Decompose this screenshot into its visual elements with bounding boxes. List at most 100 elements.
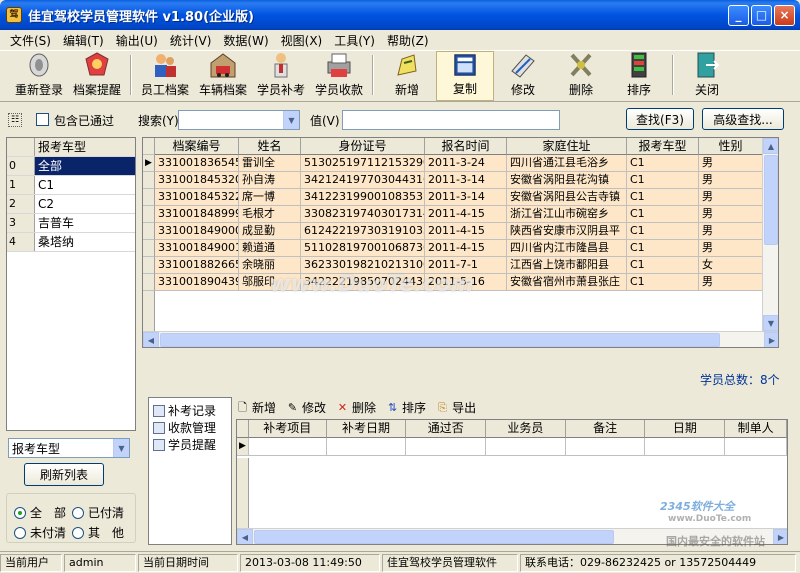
table-cell[interactable]: 浙江省江山市碗窑乡 [507,206,627,223]
table-row[interactable]: 331001845320 孙自涛 342124197703044316 2011-3-… [143,172,778,189]
table-cell[interactable]: 2011-3-14 [425,189,507,206]
table-cell[interactable]: 2011-3-14 [425,172,507,189]
table-cell[interactable]: 2011-7-1 [425,257,507,274]
table-cell[interactable]: 342124197703044316 [301,172,425,189]
table-cell[interactable]: 孙自涛 [239,172,301,189]
exit-button[interactable]: 关闭 [678,51,736,101]
table-cell[interactable]: 男 [699,223,763,240]
table-cell[interactable]: 342222198507024438 [301,274,425,291]
students-table[interactable]: 档案编号 姓名 身份证号 报名时间 家庭住址 报考车型 性别 ▶ 33100183… [142,137,779,348]
table-cell[interactable]: C1 [627,257,699,274]
table-cell[interactable]: 2011-3-24 [425,155,507,172]
retest-records-table[interactable]: 补考项目 补考日期 通过否 业务员 备注 日期 制单人 ▶ ◀ ▶ [236,419,788,545]
scroll-thumb[interactable] [160,333,720,347]
table-cell[interactable]: C1 [627,206,699,223]
menu-stats[interactable]: 统计(V) [164,32,218,49]
table-cell[interactable]: 毛根才 [239,206,301,223]
table-cell[interactable]: 余晓丽 [239,257,301,274]
col-gender[interactable]: 性别 [699,138,763,155]
table-cell[interactable]: C1 [627,172,699,189]
table-cell[interactable]: 赖道通 [239,240,301,257]
table-cell[interactable]: 331001845320 [155,172,239,189]
table-cell[interactable]: 331001882665 [155,257,239,274]
archive-reminder-button[interactable]: 档案提醒 [68,51,126,101]
table-cell[interactable]: 2011-4-15 [425,240,507,257]
grid-options-icon[interactable]: ☷ [8,113,22,127]
add-button[interactable]: 新增 [378,51,436,101]
scroll-up-icon[interactable]: ▲ [763,138,778,154]
table-cell[interactable]: 341223199001083537 [301,189,425,206]
table-cell[interactable]: 雷训全 [239,155,301,172]
menu-tools[interactable]: 工具(Y) [328,32,381,49]
table-cell[interactable]: C1 [627,274,699,291]
table-cell[interactable]: C1 [627,240,699,257]
menu-help[interactable]: 帮助(Z) [381,32,435,49]
list-item[interactable]: 4 桑塔纳 [7,233,135,252]
search-value-input[interactable] [342,110,560,130]
tab-student-reminder[interactable]: 学员提醒 [149,436,231,453]
table-cell[interactable]: 安徽省涡阳县花沟镇 [507,172,627,189]
table-cell[interactable]: 男 [699,206,763,223]
vehicle-archive-button[interactable]: 车辆档案 [194,51,252,101]
scroll-right-icon[interactable]: ▶ [773,529,787,544]
menu-file[interactable]: 文件(S) [4,32,57,49]
radio-other[interactable]: 其 他 [72,524,124,541]
menu-edit[interactable]: 编辑(T) [57,32,110,49]
maximize-button[interactable]: □ [751,4,772,26]
table-row[interactable]: 331001890439 邬服印 342222198507024438 2011-5-… [143,274,778,291]
table-cell[interactable]: 330823197403017314 [301,206,425,223]
table-cell[interactable]: 男 [699,155,763,172]
col-register-date[interactable]: 报名时间 [425,138,507,155]
table-cell[interactable]: 成显勤 [239,223,301,240]
table-cell[interactable]: 331001848999 [155,206,239,223]
scroll-left-icon[interactable]: ◀ [237,529,253,544]
list-item[interactable]: 3 吉普车 [7,214,135,233]
edit-button[interactable]: 修改 [494,51,552,101]
scroll-thumb[interactable] [764,155,778,245]
detail-horizontal-scrollbar[interactable]: ◀ ▶ [237,528,787,544]
table-cell[interactable]: 2011-4-15 [425,223,507,240]
radio-unpaid[interactable]: 未付清 [14,524,66,541]
find-button[interactable]: 查找(F3) [626,108,694,130]
filter-field-select[interactable]: 报考车型 ▼ [8,438,130,458]
list-item[interactable]: 1 C1 [7,176,135,195]
table-cell[interactable]: 331001836545 [155,155,239,172]
delete-button[interactable]: 删除 [552,51,610,101]
menu-data[interactable]: 数据(W) [217,32,274,49]
detail-sort-button[interactable]: ⇅ 排序 [386,399,426,416]
table-row[interactable]: 331001882665 余晓丽 362330198210213106 2011-7-… [143,257,778,274]
table-row[interactable]: ▶ 331001836545 雷训全 513025197112153290 2011-3… [143,155,778,172]
tab-payment-management[interactable]: 收款管理 [149,419,231,436]
table-cell[interactable]: 513025197112153290 [301,155,425,172]
table-cell[interactable]: 安徽省涡阳县公吉寺镇 [507,189,627,206]
detail-export-button[interactable]: ⎘ 导出 [436,399,476,416]
radio-all[interactable]: 全 部 [14,504,66,521]
table-cell[interactable]: 四川省通江县毛浴乡 [507,155,627,172]
table-cell[interactable]: 331001849001 [155,240,239,257]
detail-edit-button[interactable]: ✎ 修改 [286,399,326,416]
table-cell[interactable]: 331001890439 [155,274,239,291]
title-bar[interactable]: 驾 佳宜驾校学员管理软件 v1.80(企业版) _ □ × [0,0,800,30]
table-row[interactable]: 331001849001 赖道通 511028197001068736 2011-4-… [143,240,778,257]
table-cell[interactable]: 362330198210213106 [301,257,425,274]
table-cell[interactable]: 612422197303191033 [301,223,425,240]
table-row[interactable]: 331001849000 成显勤 612422197303191033 2011-4-… [143,223,778,240]
list-item[interactable]: 2 C2 [7,195,135,214]
menu-output[interactable]: 输出(U) [110,32,164,49]
col-vehicle-type[interactable]: 报考车型 [627,138,699,155]
refresh-list-button[interactable]: 刷新列表 [24,463,104,486]
table-row[interactable]: ▶ [237,438,787,456]
table-cell[interactable]: C1 [627,155,699,172]
table-cell[interactable]: 男 [699,189,763,206]
col-address[interactable]: 家庭住址 [507,138,627,155]
table-cell[interactable]: 江西省上饶市鄱阳县 [507,257,627,274]
table-cell[interactable]: 男 [699,274,763,291]
detail-add-button[interactable]: 🗋 新增 [236,399,276,416]
col-archive-no[interactable]: 档案编号 [155,138,239,155]
table-cell[interactable]: 男 [699,240,763,257]
vehicle-type-list[interactable]: 报考车型 0 全部 1 C1 2 C2 3 吉普车 4 桑塔纳 [6,137,136,431]
close-button[interactable]: × [774,4,795,26]
table-cell[interactable]: 2011-4-15 [425,206,507,223]
table-cell[interactable]: 邬服印 [239,274,301,291]
table-cell[interactable]: 331001845322 [155,189,239,206]
